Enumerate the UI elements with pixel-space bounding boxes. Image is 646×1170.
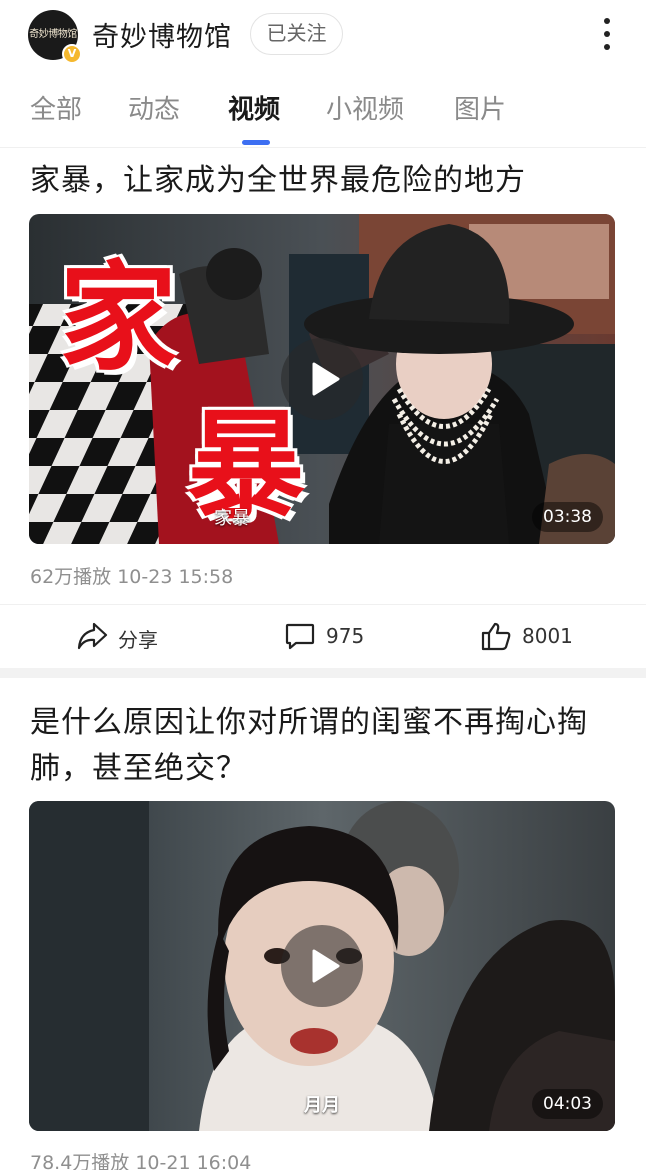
avatar-logo-text: 奇妙博物馆: [29, 29, 77, 40]
tab-short-videos[interactable]: 小视频: [326, 89, 404, 126]
tab-all[interactable]: 全部: [30, 89, 82, 126]
content-tabs: 全部 动态 视频 小视频 图片: [0, 72, 646, 148]
follow-button[interactable]: 已关注: [250, 13, 343, 55]
video-thumbnail[interactable]: 家 暴 家暴 03:38: [29, 214, 615, 544]
post-meta: 62万播放 10-23 15:58: [30, 566, 234, 588]
comment-count: 975: [326, 624, 365, 648]
share-label: 分享: [118, 628, 158, 652]
play-icon[interactable]: [281, 925, 363, 1007]
tab-updates[interactable]: 动态: [128, 89, 180, 126]
post-title[interactable]: 是什么原因让你对所谓的闺蜜不再掏心掏肺，甚至绝交？: [30, 700, 620, 792]
post-actions: 分享 975 8001: [0, 604, 646, 668]
video-caption: 月月: [304, 1095, 340, 1116]
thumbs-up-icon: [481, 622, 511, 651]
share-icon: [77, 622, 108, 650]
active-tab-indicator: [242, 140, 270, 145]
verified-badge-icon: V: [62, 44, 82, 64]
play-icon[interactable]: [281, 338, 363, 420]
video-caption: 家暴: [214, 508, 250, 529]
overlay-char-1: 家: [59, 249, 178, 387]
post-title[interactable]: 家暴，让家成为全世界最危险的地方: [30, 158, 620, 204]
share-button[interactable]: 分享: [76, 619, 176, 655]
tab-videos[interactable]: 视频: [228, 89, 280, 126]
video-duration: 03:38: [532, 502, 603, 532]
more-options-icon[interactable]: [596, 14, 620, 54]
video-thumbnail[interactable]: 月月 04:03: [29, 801, 615, 1131]
like-count: 8001: [522, 624, 573, 648]
avatar[interactable]: 奇妙博物馆 V: [28, 10, 82, 64]
feed-separator: [0, 668, 646, 678]
profile-header: 奇妙博物馆 V 奇妙博物馆 已关注: [0, 0, 646, 72]
video-duration: 04:03: [532, 1089, 603, 1119]
comment-icon: [285, 623, 315, 650]
post-meta: 78.4万播放 10-21 16:04: [30, 1152, 252, 1170]
comment-button[interactable]: 975: [284, 619, 384, 655]
like-button[interactable]: 8001: [480, 619, 590, 655]
account-name[interactable]: 奇妙博物馆: [92, 15, 232, 54]
tab-images[interactable]: 图片: [454, 89, 506, 126]
